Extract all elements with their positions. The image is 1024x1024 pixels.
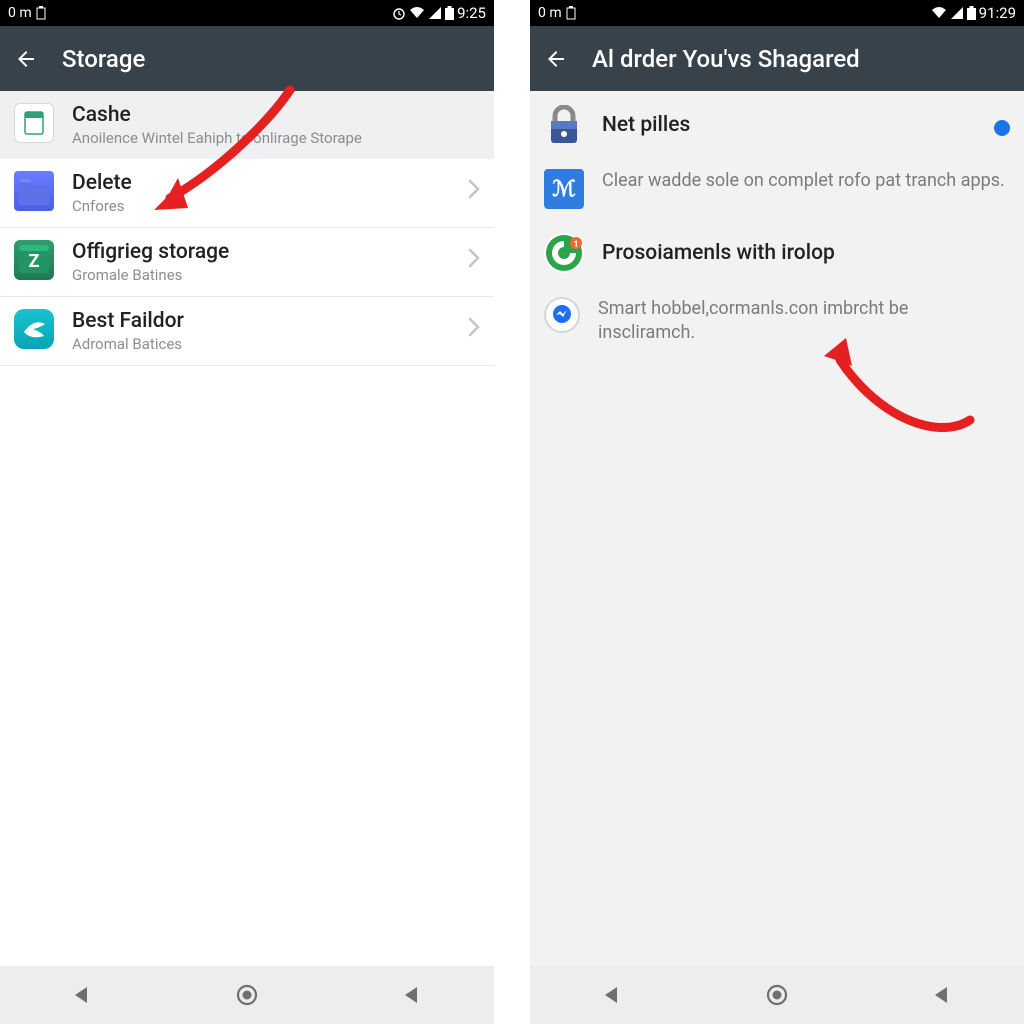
battery-small-icon [566, 6, 576, 20]
chevron-right-icon [468, 317, 480, 341]
cashe-icon [14, 103, 54, 143]
back-button[interactable] [14, 47, 38, 71]
row-body: Smart hobbel,cormanls.con imbrcht be ins… [598, 297, 1010, 346]
row-title: Cashe [72, 103, 480, 127]
m-icon: ℳ [544, 169, 584, 209]
nav-recents[interactable] [931, 984, 953, 1006]
nav-home[interactable] [765, 983, 789, 1007]
phone-left: 0 m 9:25 Storage Cashe Anoilence Wintel … [0, 0, 494, 1024]
circle-home-icon [765, 983, 789, 1007]
battery-icon [967, 6, 976, 20]
phone-right: 0 m 91:29 Al drder You'vs Shagared Net p… [530, 0, 1024, 1024]
arrow-back-icon [14, 47, 38, 71]
row-sub: Anoilence Wintel Eahiph to onlirage Stor… [72, 129, 480, 147]
nav-home[interactable] [235, 983, 259, 1007]
chevron-right-icon [468, 248, 480, 272]
toggle-indicator[interactable] [994, 120, 1010, 136]
row-delete[interactable]: Delete Cnfores [0, 159, 494, 228]
back-button[interactable] [544, 47, 568, 71]
row-title: Net pilles [602, 113, 976, 137]
status-clock: 91:29 [979, 4, 1016, 22]
svg-text:1: 1 [573, 240, 578, 250]
battery-icon [445, 6, 454, 20]
triangle-back-icon [601, 984, 623, 1006]
row-body: Clear wadde sole on complet rofo pat tra… [602, 169, 1010, 193]
row-offigrieg[interactable]: Z Offigrieg storage Gromale Batines [0, 228, 494, 297]
status-left-text: 0 m [538, 5, 562, 21]
nav-back[interactable] [71, 984, 93, 1006]
battery-small-icon [36, 6, 46, 20]
circle-home-icon [235, 983, 259, 1007]
wifi-icon [931, 6, 947, 20]
nav-back[interactable] [601, 984, 623, 1006]
row-sub: Gromale Batines [72, 266, 450, 284]
arrow-back-icon [544, 47, 568, 71]
wifi-icon [409, 6, 425, 20]
row-title: Delete [72, 171, 450, 195]
lock-icon [544, 105, 584, 145]
messenger-icon [544, 297, 580, 333]
row-clear-wadde[interactable]: ℳ Clear wadde sole on complet rofo pat t… [530, 157, 1024, 221]
chevron-right-icon [468, 179, 480, 203]
z-icon: Z [14, 240, 54, 280]
swift-icon [14, 309, 54, 349]
row-prosoiamenls[interactable]: 1 Prosoiamenls with irolop [530, 221, 1024, 285]
navbar-left [0, 966, 494, 1024]
row-cashe[interactable]: Cashe Anoilence Wintel Eahiph to onlirag… [0, 91, 494, 159]
g-icon: 1 [544, 233, 584, 273]
appbar-left: Storage [0, 26, 494, 91]
row-net-pilles[interactable]: Net pilles [530, 91, 1024, 157]
folder-icon [14, 171, 54, 211]
status-left-text: 0 m [8, 5, 32, 21]
signal-icon [950, 6, 964, 20]
triangle-recents-icon [401, 984, 423, 1006]
alarm-icon [392, 6, 406, 20]
row-sub: Cnfores [72, 197, 450, 215]
navbar-right [530, 966, 1024, 1024]
content-right: Net pilles ℳ Clear wadde sole on complet… [530, 91, 1024, 966]
row-title: Offigrieg storage [72, 240, 450, 264]
svg-text:Z: Z [29, 251, 40, 272]
row-sub: Adromal Batices [72, 335, 450, 353]
row-title: Prosoiamenls with irolop [602, 241, 1010, 265]
row-title: Best Faildor [72, 309, 450, 333]
signal-icon [428, 6, 442, 20]
triangle-back-icon [71, 984, 93, 1006]
appbar-title: Storage [62, 45, 145, 73]
statusbar-right: 0 m 91:29 [530, 0, 1024, 26]
row-smart-hobbel[interactable]: Smart hobbel,cormanls.con imbrcht be ins… [530, 285, 1024, 358]
status-clock: 9:25 [457, 4, 486, 22]
content-left: Cashe Anoilence Wintel Eahiph to onlirag… [0, 91, 494, 966]
statusbar-left: 0 m 9:25 [0, 0, 494, 26]
row-best-faildor[interactable]: Best Faildor Adromal Batices [0, 297, 494, 366]
triangle-recents-icon [931, 984, 953, 1006]
appbar-right: Al drder You'vs Shagared [530, 26, 1024, 91]
appbar-title: Al drder You'vs Shagared [592, 45, 860, 73]
nav-recents[interactable] [401, 984, 423, 1006]
